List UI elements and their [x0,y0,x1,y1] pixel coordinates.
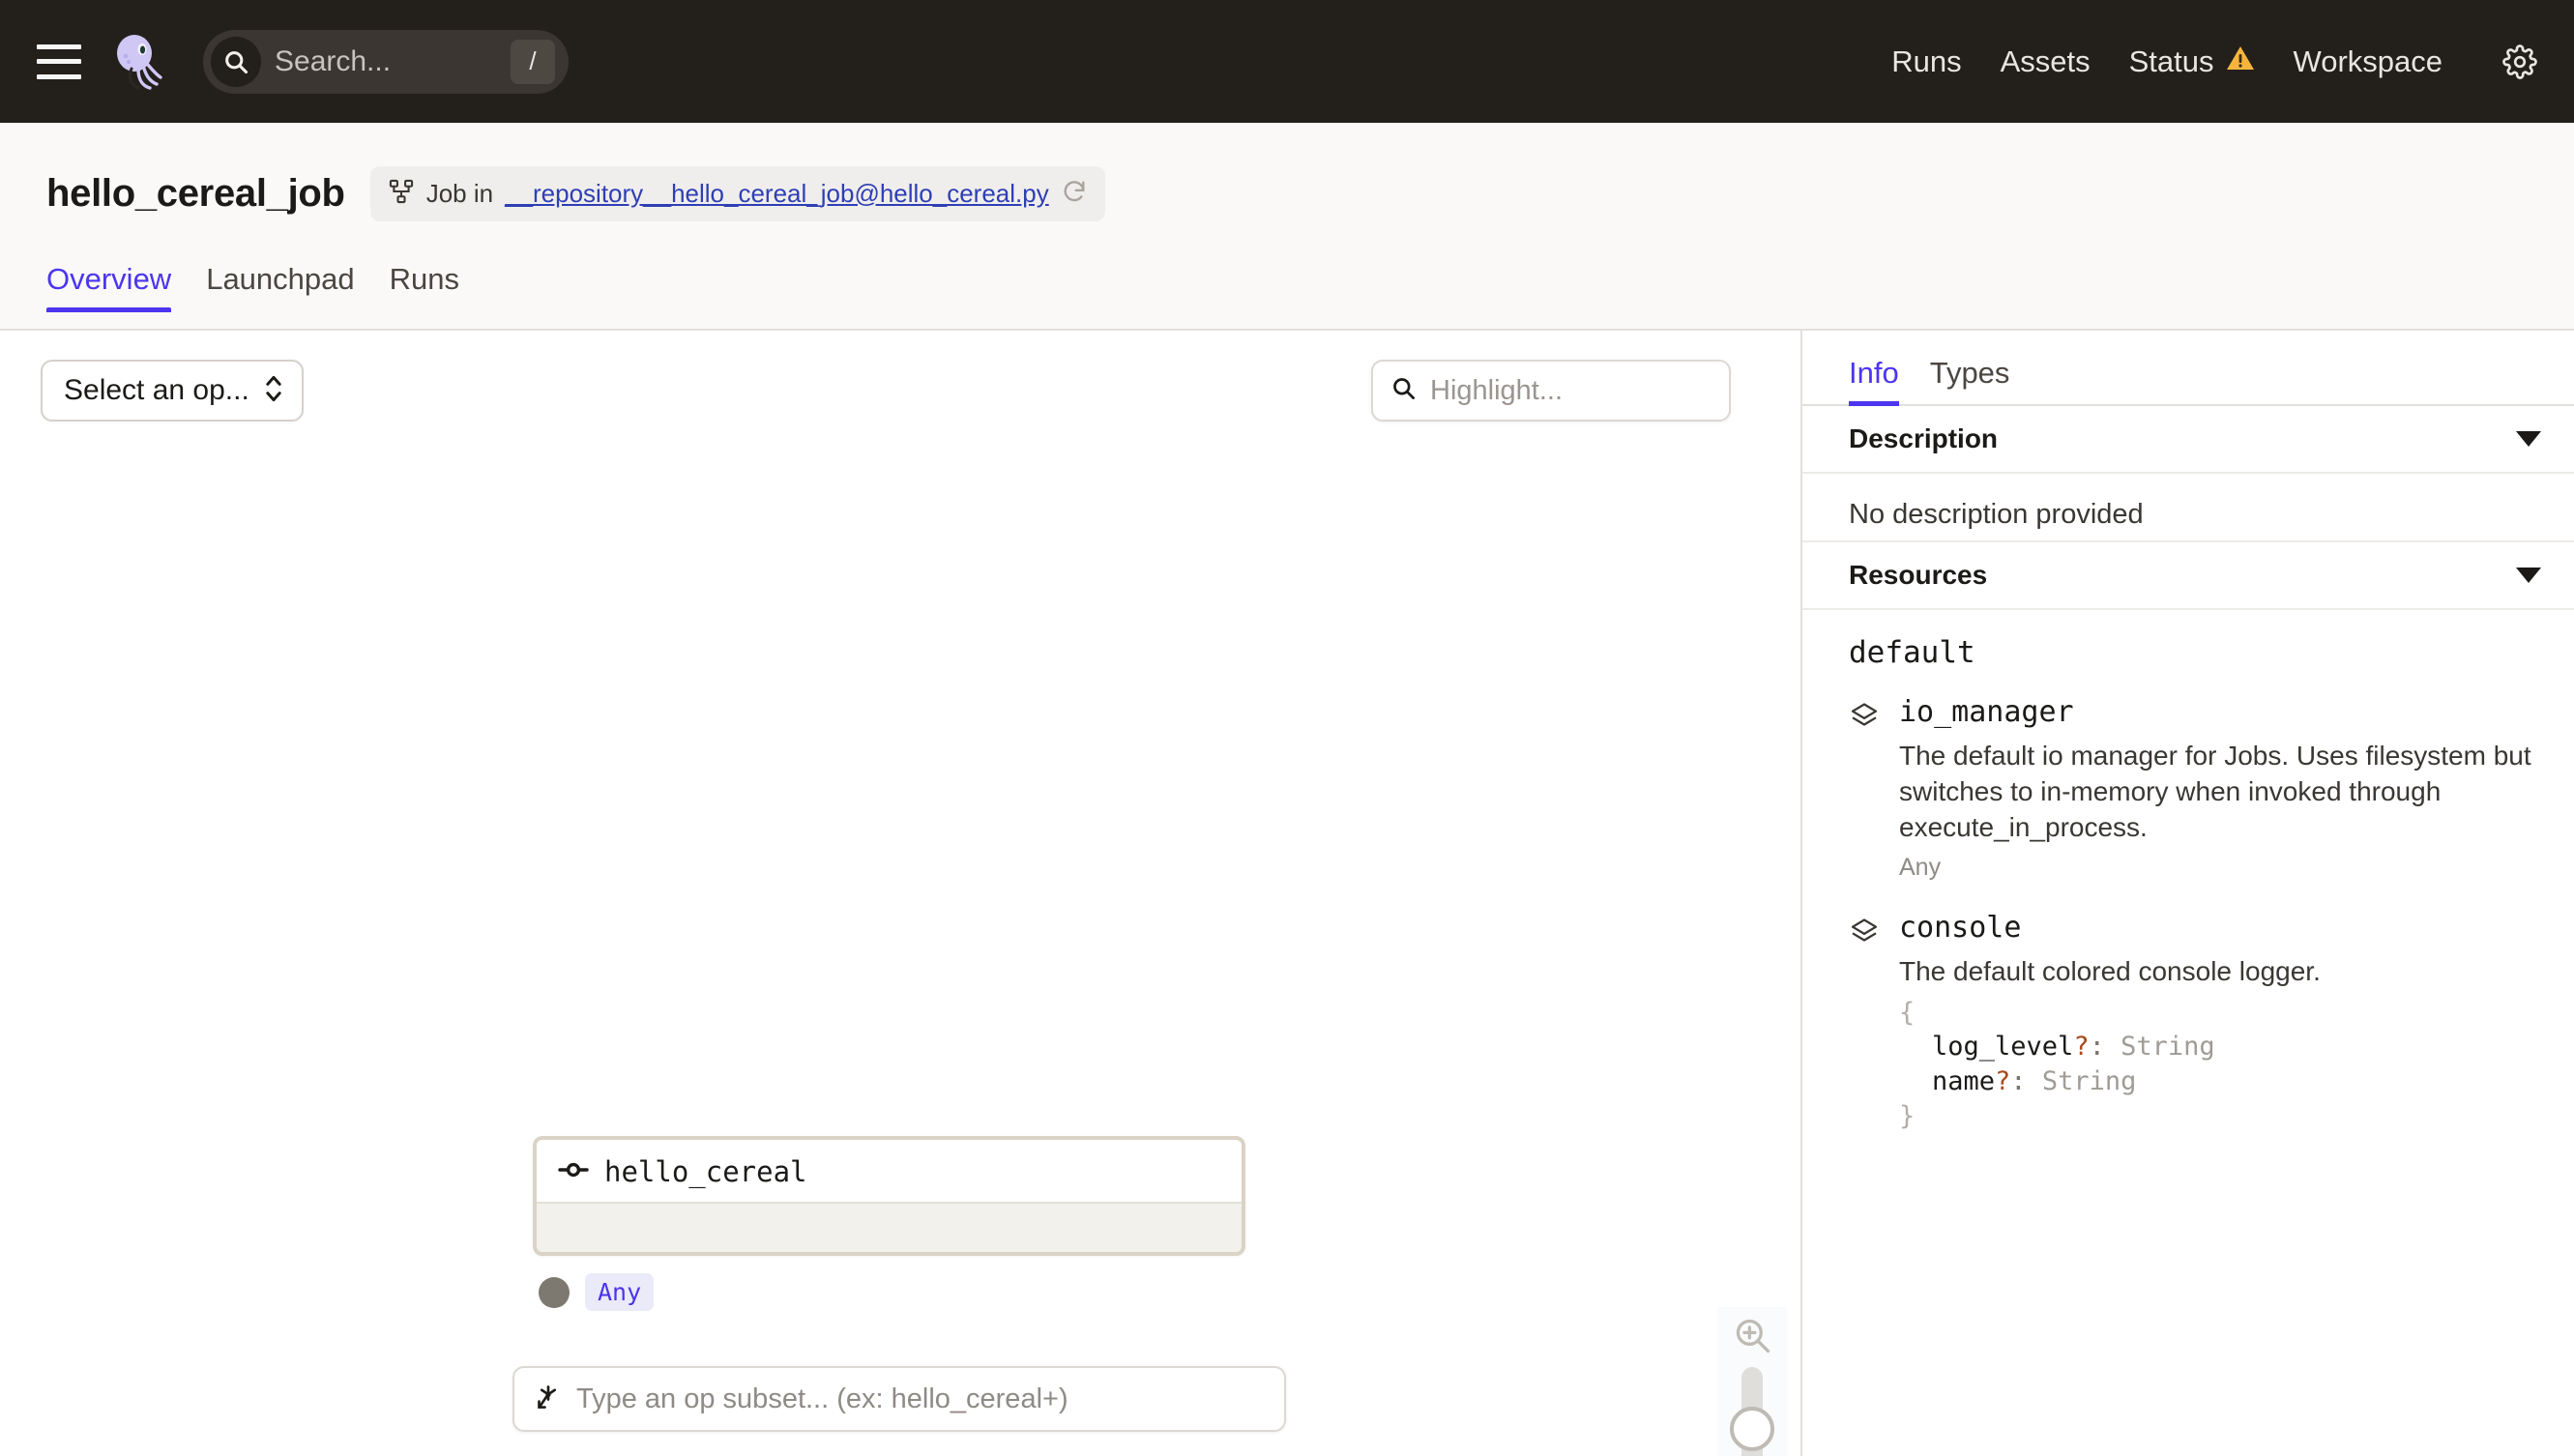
tab-types[interactable]: Types [1915,356,2026,404]
op-node-box[interactable]: hello_cereal [533,1136,1245,1256]
resource-name: io_manager [1899,695,2074,729]
resource-name: console [1899,910,2022,945]
resource-type-label: Any [1899,853,1942,881]
op-node-header: hello_cereal [537,1140,1242,1202]
description-section-header[interactable]: Description [1802,406,2574,474]
nav-links: Runs Assets Status Workspace [1872,44,2537,79]
highlight-placeholder: Highlight... [1430,374,1564,406]
gear-icon[interactable] [2502,44,2537,79]
description-section-title: Description [1849,423,1999,453]
op-subset-input[interactable]: Type an op subset... (ex: hello_cereal+) [512,1366,1286,1432]
op-node-body [537,1202,1242,1252]
nav-link-workspace[interactable]: Workspace [2274,44,2463,79]
schema-field: name?: String [1899,1064,2535,1099]
resources-section-title: Resources [1849,560,1988,590]
page-title: hello_cereal_job [46,171,345,215]
nav-link-workspace-label: Workspace [2293,44,2443,78]
op-select-label: Select an op... [64,374,249,406]
tab-launchpad-label: Launchpad [206,262,355,296]
top-navigation-bar: Search... / Runs Assets Status Workspace [0,0,2574,123]
op-select-dropdown[interactable]: Select an op... [41,360,304,422]
list-item[interactable]: console The default colored console logg… [1849,911,2535,1133]
schema-field-optional: ? [1995,1066,2011,1097]
zoom-slider-track[interactable] [1730,1367,1774,1456]
app-root: Search... / Runs Assets Status Workspace… [0,0,2574,1456]
resources-section-header[interactable]: Resources [1802,542,2574,610]
tab-info[interactable]: Info [1849,356,1915,406]
tab-runs-label: Runs [389,262,460,296]
job-graph-icon [388,178,415,210]
hamburger-menu-icon[interactable] [37,44,81,79]
description-section-body: No description provided [1802,474,2574,542]
highlight-input[interactable]: Highlight... [1371,360,1731,422]
breadcrumb: Job in __repository__hello_cereal_job@he… [369,165,1105,221]
schema-field-colon: : [2089,1032,2105,1063]
graph-canvas[interactable]: Select an op... Highlight... hello_cerea… [0,331,1800,1456]
resource-config-schema: { log_level?: String name?: String } [1899,996,2535,1134]
op-output-row: Any [533,1273,1245,1311]
search-input[interactable]: Search... / [203,29,569,94]
title-row: hello_cereal_job Job in __repository__he… [46,123,2574,243]
op-node-name: hello_cereal [604,1155,807,1188]
resource-content: console The default colored console logg… [1899,911,2535,1133]
list-item[interactable]: io_manager The default io manager for Jo… [1849,695,2535,882]
schema-field-colon: : [2010,1066,2027,1097]
nav-link-assets-label: Assets [2000,44,2091,78]
op-output-dot-icon[interactable] [539,1276,570,1308]
op-output-type-badge[interactable]: Any [585,1273,655,1311]
schema-open-brace: { [1899,997,1916,1028]
resource-description: The default io manager for Jobs. Uses fi… [1899,741,2531,842]
caret-down-icon[interactable] [2516,431,2541,447]
search-icon [1390,375,1417,406]
side-panel-tabs: Info Types [1802,331,2574,406]
tab-types-label: Types [1929,356,2010,390]
schema-field-optional: ? [2073,1032,2090,1063]
schema-field-key: name [1932,1066,1996,1097]
tab-overview[interactable]: Overview [46,262,189,312]
nav-link-assets[interactable]: Assets [1981,44,2110,79]
search-placeholder: Search... [275,44,392,77]
chevron-updown-icon [263,372,284,410]
tab-launchpad[interactable]: Launchpad [189,262,371,312]
search-shortcut-key: / [511,39,555,84]
nav-link-runs-label: Runs [1891,44,1962,78]
tab-info-label: Info [1849,356,1899,390]
nav-link-status[interactable]: Status [2110,44,2274,79]
schema-field: log_level?: String [1899,1030,2535,1064]
caret-down-icon[interactable] [2516,568,2541,583]
op-subset-placeholder: Type an op subset... (ex: hello_cereal+) [576,1383,1068,1414]
breadcrumb-repo-link[interactable]: __repository__hello_cereal_job@hello_cer… [505,179,1049,209]
page-body: Select an op... Highlight... hello_cerea… [0,329,2574,1456]
page-tabs: Overview Launchpad Runs [46,243,2574,312]
op-node-icon [558,1158,589,1186]
description-text: No description provided [1849,499,2144,530]
resource-layers-icon [1849,911,1882,1133]
schema-field-key: log_level [1932,1032,2074,1063]
zoom-in-icon[interactable] [1732,1315,1772,1355]
resource-layers-icon [1849,695,1882,882]
resources-list: default io_manager The default io manage… [1802,610,2574,1162]
schema-close-brace: } [1899,1100,1916,1131]
schema-field-type: String [2041,1066,2137,1097]
nav-link-runs[interactable]: Runs [1872,44,1980,79]
op-node-hello-cereal[interactable]: hello_cereal Any [533,1136,1245,1311]
op-subset-icon [534,1383,563,1416]
resource-group-label: default [1849,635,1975,670]
nav-link-status-label: Status [2128,44,2214,78]
side-panel: Info Types Description No description pr… [1800,331,2574,1456]
resource-content: io_manager The default io manager for Jo… [1899,695,2535,882]
warning-triangle-icon [2226,44,2255,79]
search-icon [211,36,261,87]
refresh-icon[interactable] [1061,178,1088,210]
schema-field-type: String [2121,1032,2215,1063]
dagster-logo-icon[interactable] [108,30,172,94]
zoom-controls [1717,1307,1787,1456]
resource-description: The default colored console logger. [1899,955,2321,986]
breadcrumb-label: Job in [425,178,494,208]
tab-overview-label: Overview [46,262,172,296]
zoom-slider-thumb[interactable] [1730,1407,1774,1452]
page-header: hello_cereal_job Job in __repository__he… [0,123,2574,329]
tab-runs[interactable]: Runs [372,262,477,312]
